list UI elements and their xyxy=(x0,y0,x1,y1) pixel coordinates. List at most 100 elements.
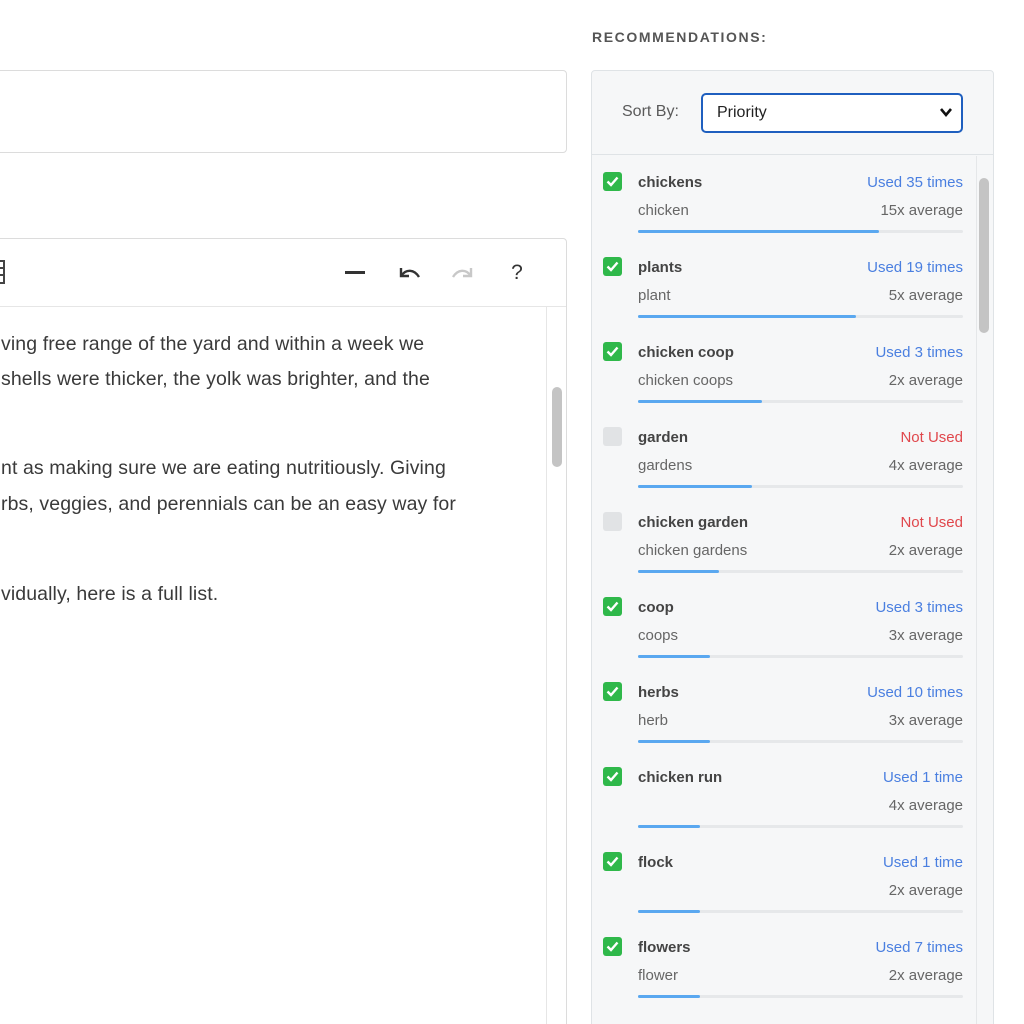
sort-label: Sort By: xyxy=(622,103,679,120)
keyword-label: chicken coop xyxy=(638,344,734,361)
average-count: 2x average xyxy=(888,372,963,389)
checkmark-icon xyxy=(603,937,622,956)
sort-row: Sort By: Priority xyxy=(592,71,993,155)
paragraph-line: rbs, veggies, and perennials can be an e… xyxy=(1,493,456,515)
usage-bar-track xyxy=(638,485,963,488)
keyword-label: plants xyxy=(638,259,683,276)
keyword-variant: coops xyxy=(638,627,679,644)
keyword-variant: chicken xyxy=(638,202,689,219)
recommendations-heading: RECOMMENDATIONS: xyxy=(592,29,768,45)
average-count: 2x average xyxy=(888,882,963,899)
keyword-variant: gardens xyxy=(638,457,693,474)
keyword-label: garden xyxy=(638,429,689,446)
usage-bar-track xyxy=(638,400,963,403)
recommendations-panel: Sort By: Priority chickens chicken Used … xyxy=(591,70,994,1024)
sort-select[interactable]: Priority xyxy=(701,93,963,133)
average-count: 3x average xyxy=(888,712,963,729)
keyword-variant: plant xyxy=(638,287,671,304)
recommendations-scrollbar[interactable] xyxy=(979,178,989,333)
keyword-label: flowers xyxy=(638,939,691,956)
average-count: 15x average xyxy=(880,202,963,219)
usage-status: Used 19 times xyxy=(867,259,963,276)
keyword-variant: chicken gardens xyxy=(638,542,748,559)
recommendation-item[interactable]: chicken coop chicken coops Used 3 times … xyxy=(592,334,976,419)
usage-bar-track xyxy=(638,315,963,318)
usage-status: Used 10 times xyxy=(867,684,963,701)
average-count: 4x average xyxy=(888,457,963,474)
usage-bar-fill xyxy=(638,570,720,573)
checkmark-icon xyxy=(603,597,622,616)
editor-scrollbar[interactable] xyxy=(552,387,562,467)
recommendation-item[interactable]: chicken run Used 1 time 4x average xyxy=(592,759,976,844)
usage-status: Not Used xyxy=(900,514,963,531)
keyword-variant: chicken coops xyxy=(638,372,734,389)
paragraph-line: vidually, here is a full list. xyxy=(1,583,219,605)
chevron-down-icon xyxy=(939,104,953,125)
toolbar-partial-icon[interactable] xyxy=(0,259,7,285)
usage-bar-fill xyxy=(638,400,762,403)
help-icon[interactable]: ? xyxy=(501,257,533,289)
checkmark-icon xyxy=(603,257,622,276)
recommendation-item[interactable]: garden gardens Not Used 4x average xyxy=(592,419,976,504)
average-count: 5x average xyxy=(888,287,963,304)
checkmark-icon xyxy=(603,852,622,871)
usage-bar-fill xyxy=(638,995,700,998)
usage-status: Used 1 time xyxy=(882,769,963,786)
usage-status: Used 1 time xyxy=(882,854,963,871)
paragraph-line: nt as making sure we are eating nutritio… xyxy=(1,457,446,479)
usage-bar-fill xyxy=(638,315,856,318)
usage-bar-track xyxy=(638,825,963,828)
usage-bar-fill xyxy=(638,910,700,913)
keyword-label: chicken run xyxy=(638,769,723,786)
keyword-label: flock xyxy=(638,854,674,871)
recommendation-item[interactable]: chicken garden chicken gardens Not Used … xyxy=(592,504,976,589)
usage-bar-track xyxy=(638,995,963,998)
keyword-variant: herb xyxy=(638,712,669,729)
checkmark-icon xyxy=(603,172,622,191)
usage-bar-track xyxy=(638,570,963,573)
recommendation-item[interactable]: coop coops Used 3 times 3x average xyxy=(592,589,976,674)
usage-bar-fill xyxy=(638,740,710,743)
redo-icon[interactable] xyxy=(447,257,479,289)
average-count: 4x average xyxy=(888,797,963,814)
recommendation-item[interactable]: flowers flower Used 7 times 2x average xyxy=(592,929,976,1014)
checkmark-icon xyxy=(603,767,622,786)
average-count: 2x average xyxy=(888,967,963,984)
paragraph-line: shells were thicker, the yolk was bright… xyxy=(1,368,430,390)
usage-status: Not Used xyxy=(900,429,963,446)
keyword-label: chickens xyxy=(638,174,703,191)
recommendations-list: chickens chicken Used 35 times 15x avera… xyxy=(592,156,993,1024)
post-title-input[interactable]: , xyxy=(0,70,567,153)
paragraph-line: ving free range of the yard and within a… xyxy=(1,333,425,355)
usage-bar-track xyxy=(638,655,963,658)
checkmark-icon xyxy=(603,342,622,361)
keyword-label: herbs xyxy=(638,684,679,701)
content-editor[interactable]: ? ving free range of the yard and within… xyxy=(0,238,567,1024)
usage-status: Used 3 times xyxy=(875,344,963,361)
usage-bar-fill xyxy=(638,655,710,658)
keyword-label: chicken garden xyxy=(638,514,749,531)
average-count: 2x average xyxy=(888,542,963,559)
horizontal-rule-icon[interactable] xyxy=(339,257,371,289)
usage-status: Used 3 times xyxy=(875,599,963,616)
recommendation-item[interactable]: plants plant Used 19 times 5x average xyxy=(592,249,976,334)
usage-bar-track xyxy=(638,910,963,913)
usage-bar-fill xyxy=(638,230,879,233)
usage-bar-track xyxy=(638,230,963,233)
editor-content[interactable]: ving free range of the yard and within a… xyxy=(0,307,547,1024)
usage-status: Used 7 times xyxy=(875,939,963,956)
unchecked-box-icon xyxy=(603,512,622,531)
recommendation-item[interactable]: chickens chicken Used 35 times 15x avera… xyxy=(592,164,976,249)
recommendations-scroll-track xyxy=(976,156,977,1024)
sort-selected-value: Priority xyxy=(717,104,767,121)
usage-status: Used 35 times xyxy=(867,174,963,191)
checkmark-icon xyxy=(603,682,622,701)
keyword-variant: flower xyxy=(638,967,679,984)
average-count: 3x average xyxy=(888,627,963,644)
unchecked-box-icon xyxy=(603,427,622,446)
usage-bar-fill xyxy=(638,825,700,828)
recommendation-item[interactable]: flock Used 1 time 2x average xyxy=(592,844,976,929)
recommendation-item[interactable]: herbs herb Used 10 times 3x average xyxy=(592,674,976,759)
undo-icon[interactable] xyxy=(393,257,425,289)
keyword-label: coop xyxy=(638,599,674,616)
